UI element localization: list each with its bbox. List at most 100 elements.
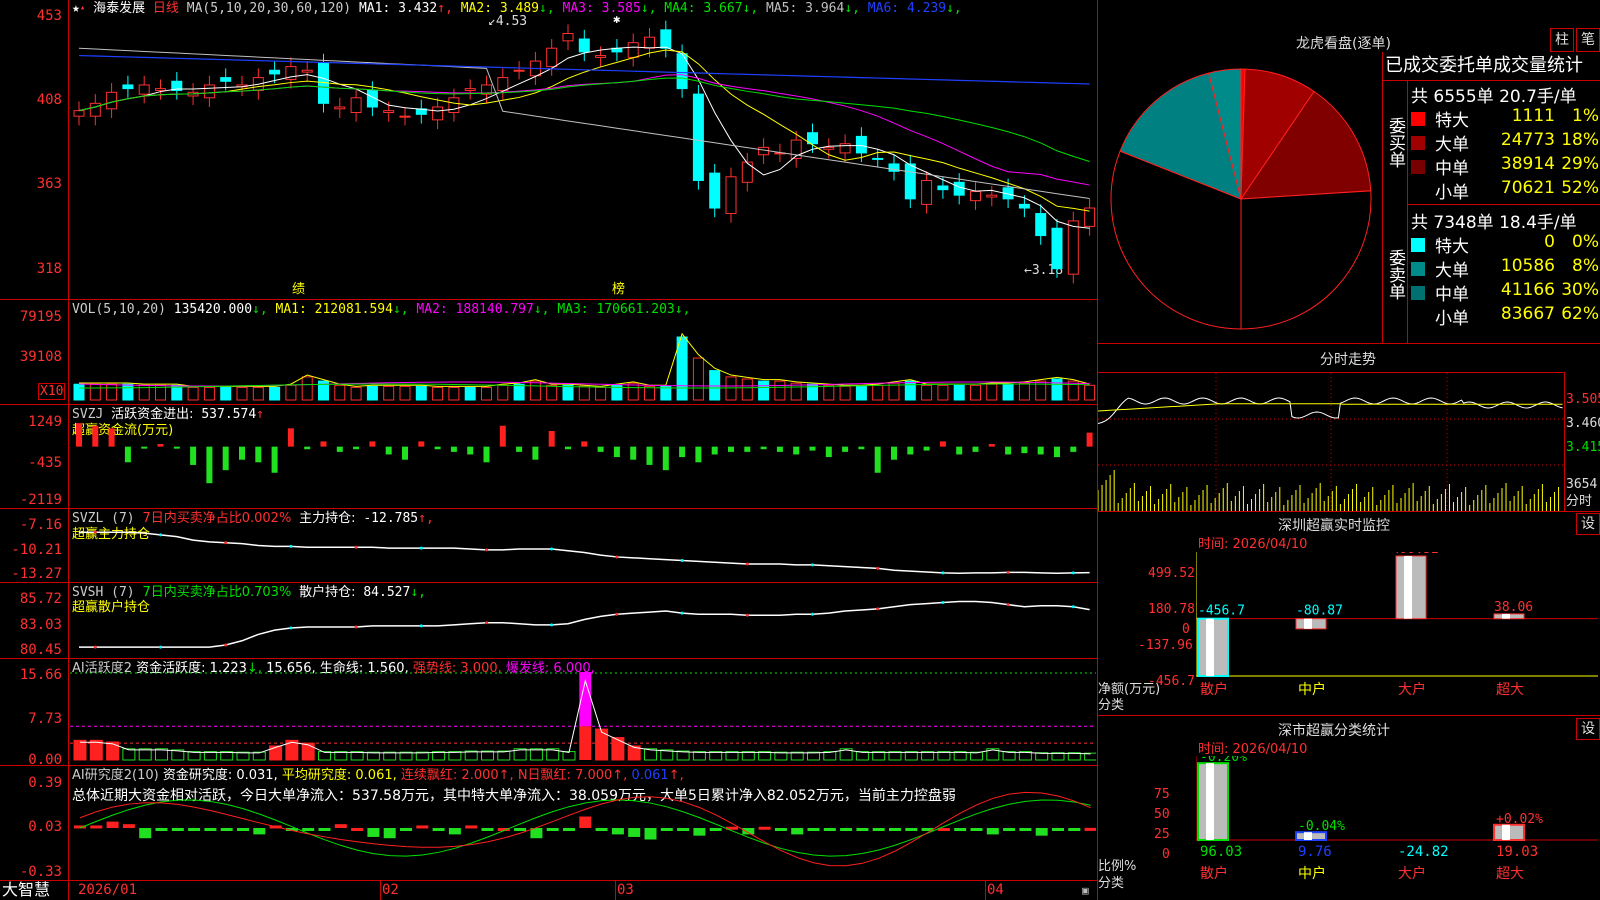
- volume-bar: [383, 385, 395, 401]
- activity-bar: [89, 739, 103, 761]
- candle-body: [448, 97, 460, 114]
- period-label[interactable]: 日线: [153, 1, 179, 16]
- fund-flow-bar: [483, 446, 490, 463]
- star-icon[interactable]: ★: [72, 1, 80, 16]
- activity-bar: [269, 745, 283, 761]
- sz-bar-label: 499.52: [1392, 552, 1439, 557]
- fund-flow-bar: [923, 446, 930, 451]
- buy-row-label: 大单: [1435, 135, 1469, 155]
- ma-label-3: MA3:: [554, 1, 602, 16]
- volume-bar: [220, 386, 232, 401]
- stats-bar-highlight: [1502, 824, 1510, 840]
- ai-active-axis-label: 15.66: [19, 667, 62, 683]
- main-force-holding-line-dot: [615, 555, 619, 559]
- main-force-holding-line-dot: [485, 548, 488, 552]
- svzj-bar-chart[interactable]: [70, 414, 1096, 504]
- ai-research-chart[interactable]: [70, 782, 1096, 878]
- sz-stats-settings-button[interactable]: 设: [1576, 718, 1600, 740]
- volume-bar: [921, 384, 933, 401]
- tab-tick[interactable]: 笔: [1576, 28, 1600, 52]
- stats-bottom-label: 19.03: [1496, 844, 1538, 860]
- buy-row-swatch: [1411, 136, 1425, 150]
- intraday-title: 分时走势: [1320, 352, 1376, 368]
- svsh-line-chart[interactable]: [70, 594, 1096, 656]
- svzj-axis-label: 1249: [28, 414, 62, 430]
- volume-bar: [89, 383, 101, 401]
- candle-body: [546, 47, 558, 68]
- sz-axis-label: 499.52: [1148, 566, 1195, 581]
- tab-bar[interactable]: 柱: [1550, 28, 1574, 52]
- candle-body: [301, 69, 313, 73]
- volume-bar: [758, 380, 770, 401]
- candle-body: [692, 93, 704, 181]
- volume-bar: [1084, 384, 1096, 401]
- intraday-chart[interactable]: [1098, 373, 1564, 511]
- candle-body: [1051, 227, 1063, 270]
- candle-body: [122, 84, 134, 90]
- volume-bar: [823, 384, 835, 401]
- fund-flow-bar: [760, 446, 767, 450]
- fund-flow-bar: [646, 446, 653, 465]
- research-bar: [856, 828, 869, 831]
- sz-monitor-bar-chart[interactable]: -456.7 散户 -80.87 中户 499.52 大户 38.06 超大: [1196, 552, 1598, 712]
- svzl-line-chart[interactable]: [70, 520, 1096, 580]
- sz-stats-bar-chart[interactable]: -0.20% 96.03 散户 -0.04% 9.76 中户 -24.82 大户 +0.02% 1…: [1196, 756, 1598, 898]
- svsh-axis-label: 85.72: [19, 591, 62, 607]
- main-chart-area[interactable]: ★▴ 海泰发展 日线 MA(5,10,20,30,60,120) MA1: 3.…: [0, 0, 1098, 900]
- volume-bar: [774, 380, 786, 401]
- sell-row-swatch: [1411, 310, 1425, 324]
- main-force-holding-line-dot: [1006, 570, 1010, 574]
- research-bar: [237, 828, 249, 831]
- candle-body: [89, 102, 101, 117]
- dragon-pie-chart[interactable]: [1108, 66, 1374, 332]
- candle-body: [106, 91, 118, 110]
- retail-holding-line-dot: [419, 624, 423, 628]
- research-bar: [628, 828, 641, 837]
- research-bar: [171, 828, 184, 831]
- buy-row-label: 小单: [1435, 183, 1469, 203]
- sell-row-pct: 30%: [1561, 280, 1599, 300]
- volume-bar: [285, 384, 297, 401]
- volume-bar: [106, 383, 118, 401]
- candlestick-chart[interactable]: [70, 18, 1096, 288]
- activity-bar: [579, 726, 592, 760]
- sz-stats-axis-title: 比例%: [1098, 859, 1137, 874]
- sz-monitor-settings-button[interactable]: 设: [1576, 513, 1600, 535]
- fund-flow-bar: [711, 446, 718, 455]
- fund-flow-bar: [239, 446, 245, 460]
- research-bar: [465, 825, 478, 829]
- candle-body: [203, 84, 215, 99]
- volume-bar: [644, 385, 655, 401]
- candle-body: [399, 115, 411, 118]
- sz-monitor-title: 深圳超赢实时监控: [1278, 518, 1390, 534]
- main-force-holding-line-dot: [680, 558, 684, 562]
- date-tick: [985, 881, 986, 900]
- ai-active-bar-chart[interactable]: [70, 672, 1096, 764]
- fund-flow-bar: [222, 446, 229, 471]
- research-bar: [122, 824, 135, 828]
- candle-body: [970, 190, 981, 202]
- main-force-holding-line-dot: [93, 530, 97, 534]
- svsh-axis-label: 83.03: [19, 617, 62, 633]
- research-bar: [155, 828, 168, 831]
- fund-flow-bar: [597, 446, 604, 452]
- stock-name: 海泰发展: [93, 1, 146, 16]
- research-bar: [546, 828, 559, 831]
- intraday-panel[interactable]: 分时走势 3.505 3.460 3.415 3654 分时: [1098, 344, 1600, 512]
- fund-flow-bar: [287, 428, 294, 447]
- retail-holding-line-dot: [1006, 603, 1010, 607]
- sz-category-label: 中户: [1298, 681, 1326, 698]
- lock-icon[interactable]: ▣: [1082, 883, 1089, 898]
- sell-row-value: 10586: [1500, 256, 1555, 276]
- candle-body: [758, 146, 770, 156]
- fund-flow-bar: [776, 446, 783, 452]
- volume-chart[interactable]: [70, 314, 1096, 402]
- volume-bar: [1018, 382, 1030, 401]
- research-bar: [823, 828, 836, 831]
- candle-body: [595, 55, 607, 58]
- candle-body: [1035, 213, 1047, 237]
- sz-axis-label: 0: [1182, 622, 1190, 637]
- research-text: 资金研究度:: [162, 768, 233, 783]
- main-force-holding-line-dot: [354, 545, 358, 549]
- research-bar: [579, 816, 592, 828]
